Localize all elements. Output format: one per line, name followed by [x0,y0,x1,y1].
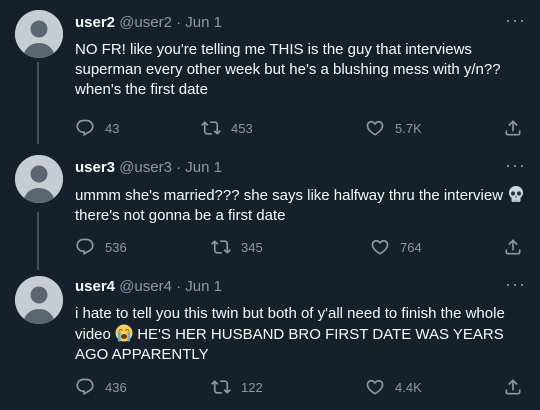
share-button[interactable] [503,118,533,138]
like-icon [365,118,385,138]
reply-icon [75,237,95,257]
display-name[interactable]: user2 [75,14,115,31]
user-handle[interactable]: @user2 [119,14,172,31]
separator-dot: · [176,278,182,295]
share-icon [503,377,523,397]
display-name[interactable]: user4 [75,278,115,295]
share-button[interactable] [503,237,533,257]
default-avatar-icon [15,276,63,324]
share-button[interactable] [503,377,533,397]
tweet-header: user3 @user3 · Jun 1 [75,159,222,177]
loudly-crying-face-emoji-icon [115,324,133,342]
retweet-count: 345 [241,239,263,255]
reply-button[interactable]: 43 [75,118,119,138]
retweet-count: 122 [241,379,263,395]
tweet-date[interactable]: Jun 1 [185,14,222,31]
user-handle[interactable]: @user4 [119,278,172,295]
tweet-header: user2 @user2 · Jun 1 [75,14,222,32]
share-icon [503,118,523,138]
skull-emoji-icon [509,186,524,202]
default-avatar-icon [15,155,63,203]
more-options-icon[interactable]: ··· [505,274,526,295]
display-name[interactable]: user3 [75,159,115,176]
retweet-button[interactable]: 453 [201,118,253,138]
like-count: 764 [400,239,422,255]
reply-button[interactable]: 436 [75,377,127,397]
avatar[interactable] [15,155,63,203]
tweet[interactable]: user3 @user3 · Jun 1 ··· ummm she's marr… [0,145,540,270]
avatar[interactable] [15,10,63,58]
like-icon [370,237,390,257]
tweet-actions: 436 122 4.4K [75,377,530,397]
reply-count: 43 [105,120,120,136]
like-button[interactable]: 4.4K [365,377,422,397]
more-options-icon[interactable]: ··· [505,155,526,176]
tweet[interactable]: user4 @user4 · Jun 1 ··· i hate to tell … [0,270,540,410]
tweet-header: user4 @user4 · Jun 1 [75,278,222,296]
reply-count: 536 [105,239,127,255]
like-icon [365,377,385,397]
reply-icon [75,377,95,397]
like-button[interactable]: 764 [370,237,422,257]
reply-button[interactable]: 536 [75,237,127,257]
tweet-text: NO FR! like you're telling me THIS is th… [75,41,501,98]
tweet-date[interactable]: Jun 1 [185,159,222,176]
separator-dot: · [176,159,182,176]
retweet-button[interactable]: 122 [211,377,263,397]
retweet-icon [211,377,231,397]
reply-count: 436 [105,379,127,395]
separator-dot: · [176,14,182,31]
tweet-text-part: HE'S HER HUSBAND BRO FIRST DATE WAS YEAR… [75,326,504,363]
share-icon [503,237,523,257]
retweet-icon [201,118,221,138]
like-count: 4.4K [395,379,422,395]
avatar[interactable] [15,276,63,324]
tweet-text-part: there's not gonna be a first date [75,207,286,224]
like-count: 5.7K [395,120,422,136]
reply-icon [75,118,95,138]
retweet-count: 453 [231,120,253,136]
tweet-actions: 536 345 764 [75,237,530,257]
user-handle[interactable]: @user3 [119,159,172,176]
tweet-text: i hate to tell you this twin but both of… [75,304,530,365]
tweet[interactable]: user2 @user2 · Jun 1 ··· NO FR! like you… [0,0,540,145]
tweet-date[interactable]: Jun 1 [185,278,222,295]
more-options-icon[interactable]: ··· [505,10,526,31]
like-button[interactable]: 5.7K [365,118,422,138]
retweet-button[interactable]: 345 [211,237,263,257]
default-avatar-icon [15,10,63,58]
retweet-icon [211,237,231,257]
tweet-text-part: ummm she's married??? she says like half… [75,187,504,204]
tweet-actions: 43 453 5.7K [75,118,530,138]
tweet-text: ummm she's married??? she says like half… [75,185,530,226]
